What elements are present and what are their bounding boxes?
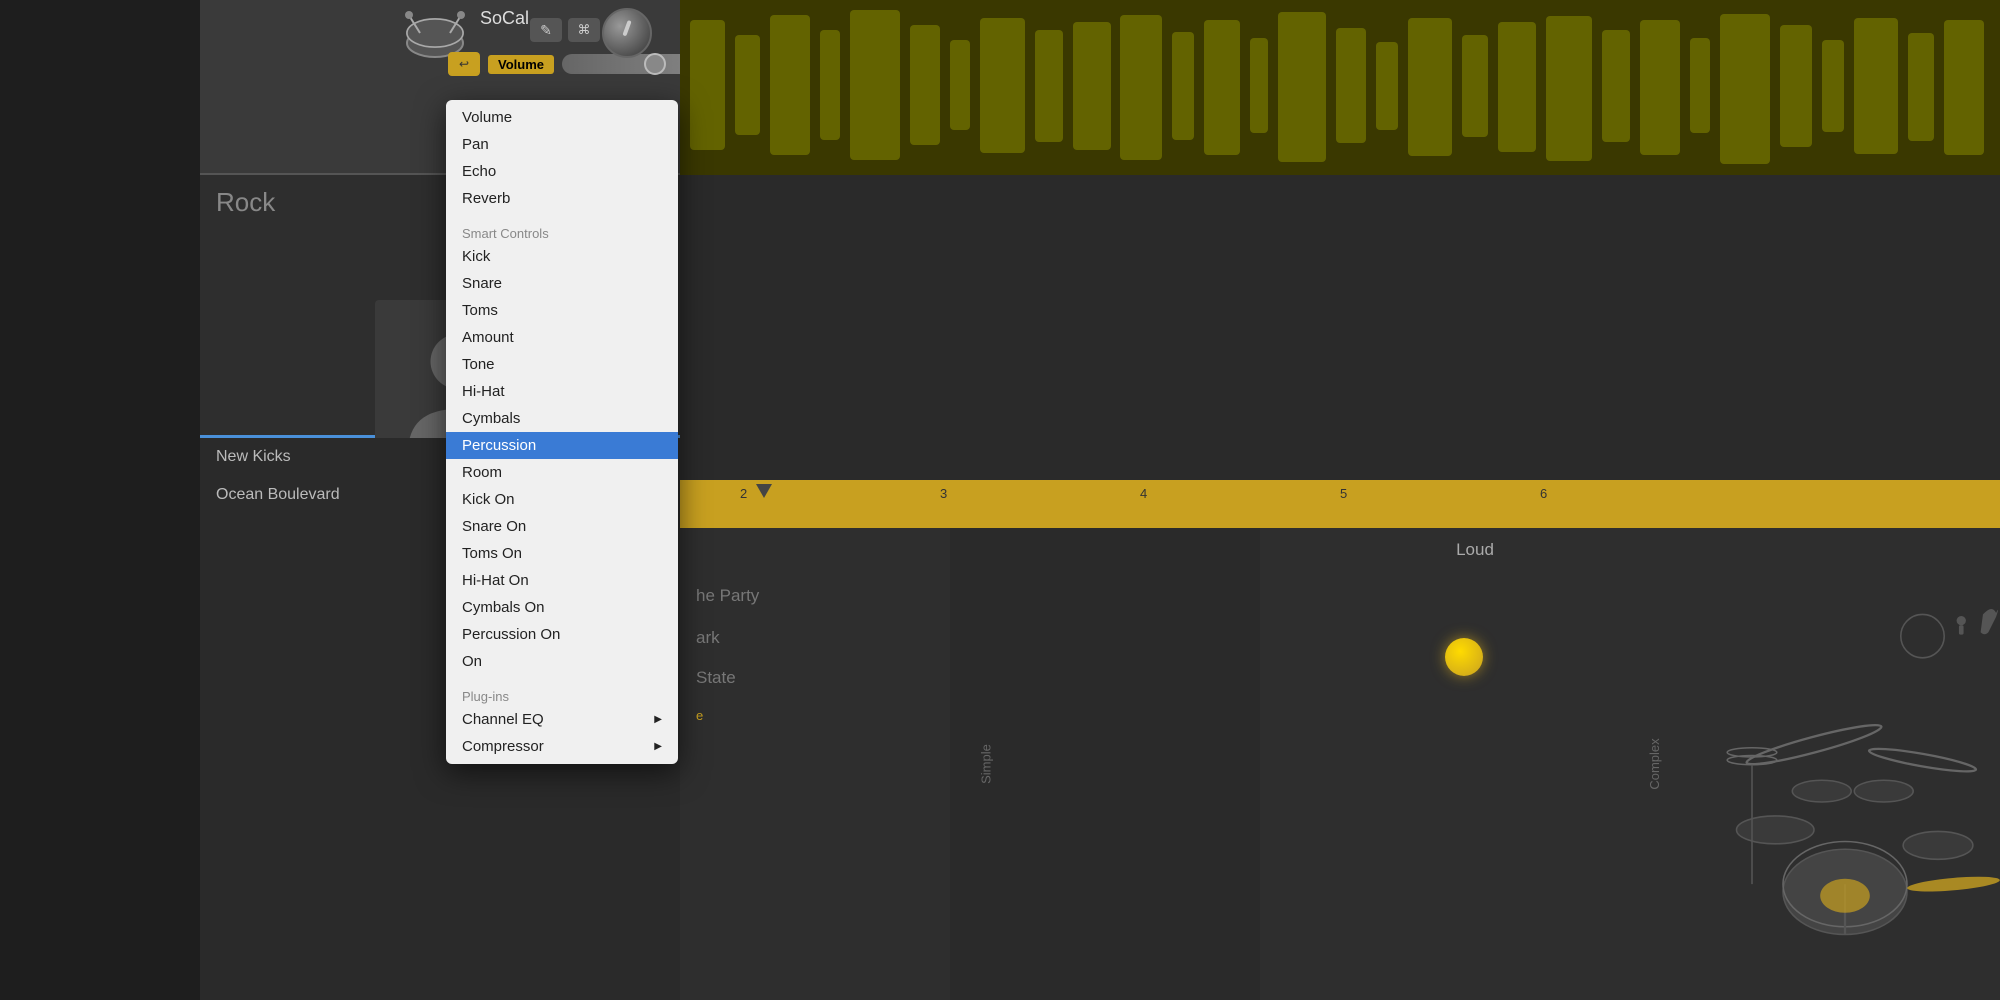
volume-dropdown-trigger[interactable]: Volume [488,55,554,74]
ruler-marker-3: 3 [940,486,947,501]
ruler-marker-4: 4 [1140,486,1147,501]
main-knob[interactable] [602,8,652,58]
card-text-party: he Party [696,586,759,606]
playhead[interactable] [756,484,772,498]
menu-item-volume[interactable]: Volume [446,104,678,131]
slider-thumb[interactable] [644,53,666,75]
menu-item-compressor[interactable]: Compressor ▶ [446,733,678,760]
submenu-arrow-comp: ▶ [654,741,662,752]
pencil-button[interactable]: ✎ [530,18,562,42]
headphones-button[interactable]: ⌘ [568,18,600,42]
menu-item-pan[interactable]: Pan [446,131,678,158]
simple-label: Simple [978,744,993,784]
ruler-marker-6: 6 [1540,486,1547,501]
routing-button[interactable]: ↩ [448,52,480,76]
left-panel [0,0,200,1000]
loud-title: Loud [1260,528,1690,572]
timeline-ruler[interactable]: 2 3 4 5 6 [680,480,2000,528]
card-center: Simple [950,528,1260,1000]
complex-label: Complex [1647,738,1662,789]
menu-item-cymbals[interactable]: Cymbals [446,405,678,432]
menu-item-toms-on[interactable]: Toms On [446,540,678,567]
menu-item-cymbals-on[interactable]: Cymbals On [446,594,678,621]
menu-section-smart-controls: Smart Controls [446,220,678,243]
menu-item-room[interactable]: Room [446,459,678,486]
menu-item-reverb[interactable]: Reverb [446,185,678,212]
dropdown-menu: Volume Pan Echo Reverb Smart Controls Ki… [446,100,678,764]
waveform-area [680,0,2000,175]
menu-item-snare[interactable]: Snare [446,270,678,297]
menu-separator-2 [446,675,678,683]
card-right [1690,528,2000,1000]
loud-dot[interactable] [1445,638,1483,676]
ruler-marker-2: 2 [740,486,747,501]
drum-kit-svg [1690,528,2000,1000]
cards-area: he Party ark State e Simple Loud Complex [680,528,2000,1000]
menu-item-kick-on[interactable]: Kick On [446,486,678,513]
menu-item-kick[interactable]: Kick [446,243,678,270]
menu-item-percussion-on[interactable]: Percussion On [446,621,678,648]
menu-item-echo[interactable]: Echo [446,158,678,185]
menu-item-tone[interactable]: Tone [446,351,678,378]
menu-section-plugins: Plug-ins [446,683,678,706]
menu-item-on[interactable]: On [446,648,678,675]
menu-item-toms[interactable]: Toms [446,297,678,324]
card-left: he Party ark State e [680,528,950,1000]
card-text-mark: ark [696,628,720,648]
loud-card: Loud Complex [1260,528,1690,1000]
track-title: SoCal [480,8,529,29]
submenu-arrow-eq: ▶ [654,714,662,725]
menu-item-channel-eq[interactable]: Channel EQ ▶ [446,706,678,733]
card-text-state: State [696,668,736,688]
menu-item-percussion[interactable]: Percussion [446,432,678,459]
menu-item-amount[interactable]: Amount [446,324,678,351]
menu-item-hihat[interactable]: Hi-Hat [446,378,678,405]
card-text-e: e [696,708,703,723]
ruler-marker-5: 5 [1340,486,1347,501]
menu-item-hihat-on[interactable]: Hi-Hat On [446,567,678,594]
menu-item-snare-on[interactable]: Snare On [446,513,678,540]
menu-separator-1 [446,212,678,220]
waveform-svg [680,0,2000,175]
